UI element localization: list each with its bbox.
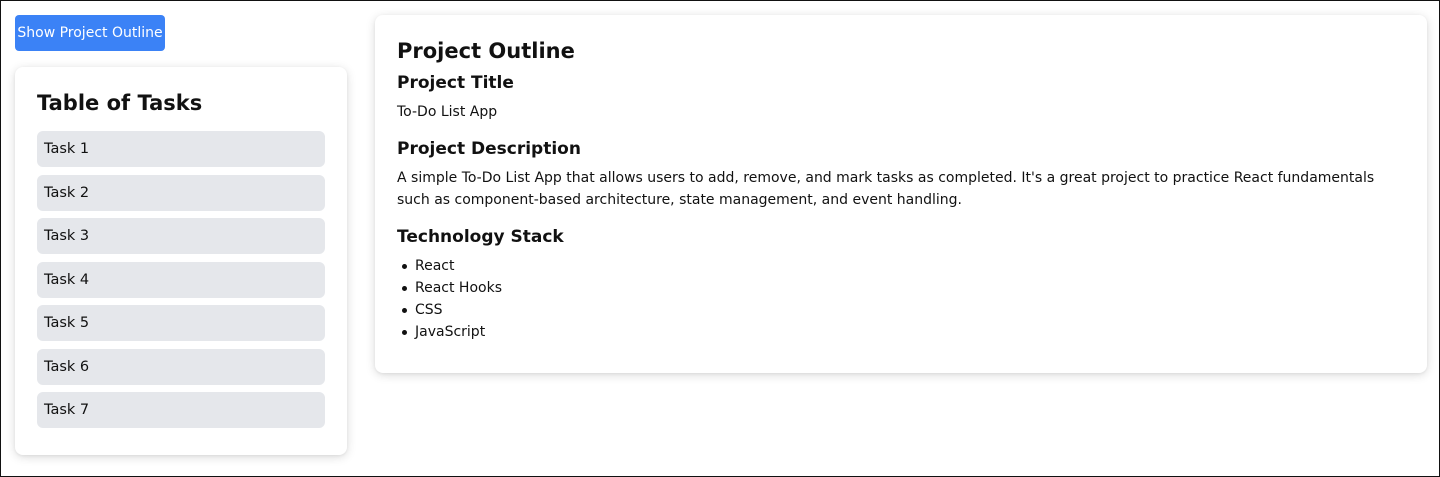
project-description-heading: Project Description [397,139,581,159]
technology-stack-item: React [397,255,1405,277]
project-title-heading: Project Title [397,73,514,93]
tasks-panel-title: Table of Tasks [37,91,203,115]
project-outline-panel: Project Outline Project Title To-Do List… [375,15,1427,373]
task-item[interactable]: Task 4 [37,261,325,298]
task-item[interactable]: Task 7 [37,392,325,428]
technology-stack-list: React React Hooks CSS JavaScript [397,255,1405,343]
task-item[interactable]: Task 6 [37,348,325,385]
technology-stack-heading: Technology Stack [397,227,564,247]
show-project-outline-button[interactable]: Show Project Outline [15,15,165,51]
technology-stack-item: JavaScript [397,321,1405,343]
project-description-text: A simple To-Do List App that allows user… [397,170,1375,208]
task-item[interactable]: Task 2 [37,174,325,211]
task-item[interactable]: Task 3 [37,218,325,254]
technology-stack-item: React Hooks [397,277,1405,299]
project-title-value: To-Do List App [397,104,498,120]
technology-stack-item: CSS [397,299,1405,321]
app-frame: Show Project Outline Table of Tasks Task… [0,0,1440,477]
task-item[interactable]: Task 5 [37,305,325,341]
project-outline-title: Project Outline [397,39,575,63]
tasks-panel: Table of Tasks Task 1 Task 2 Task 3 Task… [15,67,347,455]
task-item[interactable]: Task 1 [37,131,325,167]
